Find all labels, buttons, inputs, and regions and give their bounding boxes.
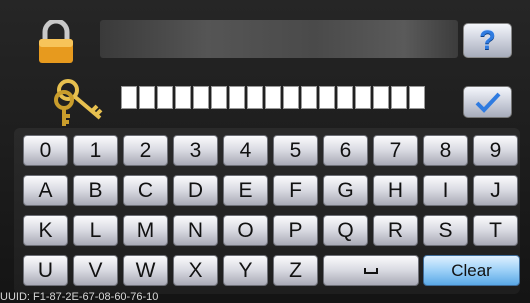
password-cell xyxy=(409,86,425,109)
key-t[interactable]: T xyxy=(473,215,518,246)
keys-icon xyxy=(54,79,103,126)
password-cell xyxy=(139,86,155,109)
password-cell xyxy=(211,86,227,109)
key-h[interactable]: H xyxy=(373,175,418,206)
password-cell xyxy=(265,86,281,109)
password-cell xyxy=(283,86,299,109)
key-o[interactable]: O xyxy=(223,215,268,246)
key-c[interactable]: C xyxy=(123,175,168,206)
password-cell xyxy=(301,86,317,109)
password-field[interactable] xyxy=(121,86,425,109)
key-k[interactable]: K xyxy=(23,215,68,246)
key-a[interactable]: A xyxy=(23,175,68,206)
password-cell xyxy=(337,86,353,109)
key-y[interactable]: Y xyxy=(223,255,268,286)
title-bar xyxy=(100,20,458,58)
key-l[interactable]: L xyxy=(73,215,118,246)
key-m[interactable]: M xyxy=(123,215,168,246)
clear-button[interactable]: Clear xyxy=(423,255,520,286)
help-icon: ? xyxy=(479,25,496,55)
key-w[interactable]: W xyxy=(123,255,168,286)
key-f[interactable]: F xyxy=(273,175,318,206)
password-cell xyxy=(373,86,389,109)
password-cell xyxy=(391,86,407,109)
key-4[interactable]: 4 xyxy=(223,135,268,166)
space-key[interactable] xyxy=(323,255,419,286)
password-cell xyxy=(319,86,335,109)
key-p[interactable]: P xyxy=(273,215,318,246)
password-cell xyxy=(355,86,371,109)
key-b[interactable]: B xyxy=(73,175,118,206)
keyboard: 0 1 2 3 4 5 6 7 8 9 A B C D E F G H I J K L M N O P Q R S T U V W X Y Z Clea… xyxy=(14,128,520,294)
key-s[interactable]: S xyxy=(423,215,468,246)
key-i[interactable]: I xyxy=(423,175,468,206)
key-1[interactable]: 1 xyxy=(73,135,118,166)
key-n[interactable]: N xyxy=(173,215,218,246)
key-8[interactable]: 8 xyxy=(423,135,468,166)
uuid-label: UUID: F1-87-2E-67-08-60-76-10 xyxy=(0,291,159,303)
key-d[interactable]: D xyxy=(173,175,218,206)
key-0[interactable]: 0 xyxy=(23,135,68,166)
key-9[interactable]: 9 xyxy=(473,135,518,166)
key-v[interactable]: V xyxy=(73,255,118,286)
key-2[interactable]: 2 xyxy=(123,135,168,166)
password-cell xyxy=(121,86,137,109)
confirm-button[interactable] xyxy=(463,86,512,118)
key-u[interactable]: U xyxy=(23,255,68,286)
password-cell xyxy=(247,86,263,109)
password-cell xyxy=(193,86,209,109)
key-z[interactable]: Z xyxy=(273,255,318,286)
key-5[interactable]: 5 xyxy=(273,135,318,166)
password-cell xyxy=(157,86,173,109)
key-7[interactable]: 7 xyxy=(373,135,418,166)
lock-icon xyxy=(39,20,73,63)
space-icon xyxy=(364,267,378,274)
checkmark-icon xyxy=(475,92,500,113)
key-6[interactable]: 6 xyxy=(323,135,368,166)
key-r[interactable]: R xyxy=(373,215,418,246)
key-e[interactable]: E xyxy=(223,175,268,206)
key-q[interactable]: Q xyxy=(323,215,368,246)
key-3[interactable]: 3 xyxy=(173,135,218,166)
key-g[interactable]: G xyxy=(323,175,368,206)
key-j[interactable]: J xyxy=(473,175,518,206)
key-x[interactable]: X xyxy=(173,255,218,286)
password-cell xyxy=(229,86,245,109)
password-cell xyxy=(175,86,191,109)
help-button[interactable]: ? xyxy=(463,23,512,58)
